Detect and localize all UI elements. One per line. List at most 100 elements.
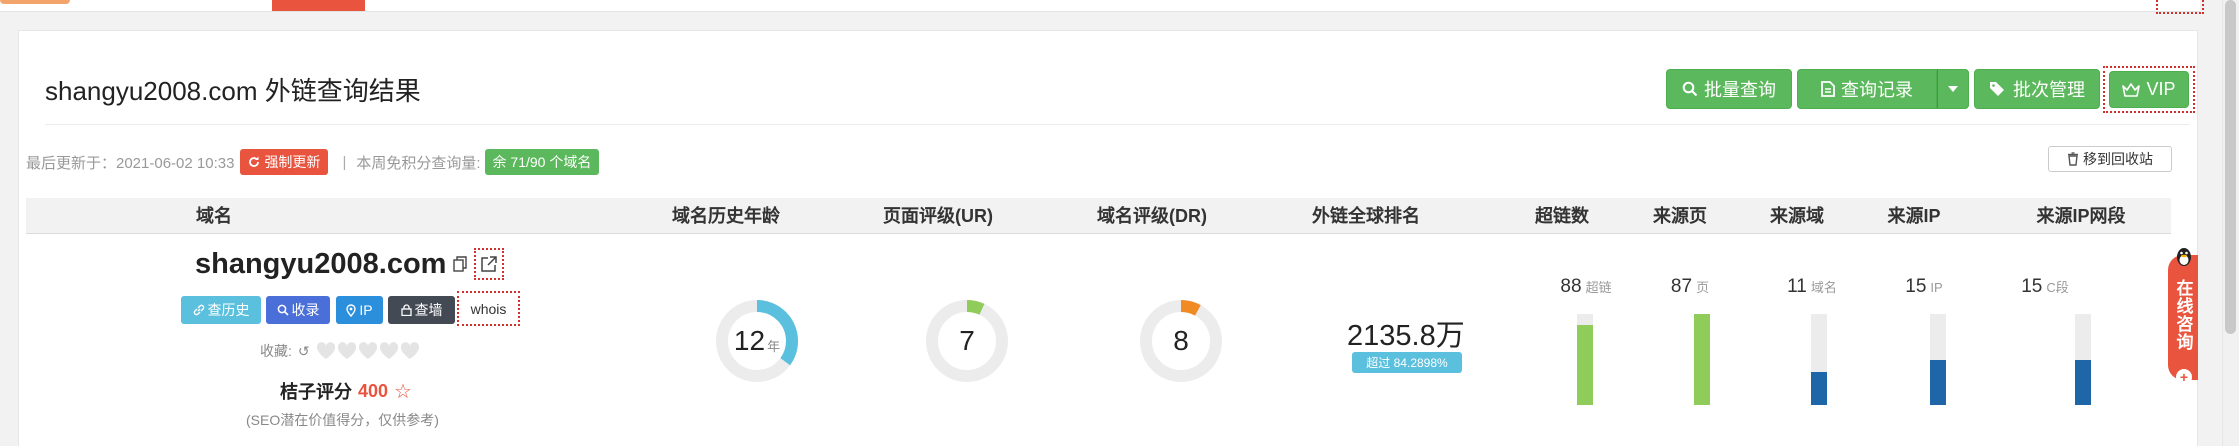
- online-consult-label: 在线咨询: [2173, 279, 2193, 351]
- bar-fill: [1577, 324, 1593, 405]
- refresh-icon: [249, 156, 260, 167]
- check-index-label: 收录: [291, 302, 320, 318]
- col-header-source-ip: 来源IP: [1887, 206, 1941, 226]
- metric-value: 11: [1787, 276, 1807, 297]
- col-header-age: 域名历史年龄: [672, 206, 780, 226]
- hyperlinks-metric: 88 超链: [1526, 276, 1646, 298]
- vip-label: VIP: [2146, 79, 2176, 99]
- collect-refresh-icon[interactable]: ↺: [298, 343, 310, 360]
- quota-label: 本周免积分查询量:: [356, 154, 481, 172]
- domain-age-value: 12 年: [714, 298, 800, 384]
- source-domains-bar: [1811, 314, 1827, 405]
- global-rank-percentile: 超过 84.2898%: [1352, 352, 1462, 373]
- check-ip-label: IP: [359, 302, 373, 318]
- score-label: 桔子评分: [280, 382, 352, 402]
- document-icon: [1821, 81, 1835, 97]
- heart-icon[interactable]: [316, 342, 336, 360]
- metric-unit: 页: [1696, 280, 1710, 295]
- heart-icon[interactable]: [379, 342, 399, 360]
- scrollbar-thumb[interactable]: [2225, 0, 2236, 334]
- query-record-dropdown-toggle[interactable]: [1937, 69, 1969, 109]
- star-icon[interactable]: ☆: [394, 379, 412, 404]
- search-icon: [277, 304, 289, 316]
- hyperlinks-bar: [1577, 314, 1593, 405]
- dr-value: 8: [1173, 325, 1189, 356]
- collect-label: 收藏:: [260, 343, 292, 359]
- check-wall-tag[interactable]: 查墙: [388, 296, 455, 324]
- col-header-source-domains: 来源域: [1770, 206, 1824, 226]
- force-update-button[interactable]: 强制更新: [240, 149, 329, 175]
- heart-icon[interactable]: [358, 342, 378, 360]
- nav-active-tab[interactable]: [272, 0, 365, 11]
- source-ip-metric: 15 IP: [1864, 276, 1984, 298]
- collect-row: 收藏: ↺: [260, 341, 420, 361]
- batch-manage-button[interactable]: 批次管理: [1974, 69, 2100, 109]
- tags-icon: [1990, 82, 2004, 96]
- bar-fill: [1694, 314, 1710, 405]
- juzi-score: 桔子评分 400 ☆: [280, 378, 412, 404]
- lock-icon: [400, 304, 412, 316]
- global-rank-value: 2135.8万: [1347, 320, 1465, 352]
- site-logo[interactable]: [0, 0, 70, 4]
- source-domains-metric: 11 域名: [1752, 276, 1872, 298]
- metric-unit: 超链: [1585, 280, 1612, 295]
- ur-value: 7: [959, 325, 975, 356]
- trash-icon: [2068, 152, 2078, 166]
- open-external-link[interactable]: [474, 248, 504, 280]
- check-index-tag[interactable]: 收录: [266, 296, 330, 324]
- bar-fill: [1930, 360, 1946, 405]
- meta-separator: |: [342, 153, 347, 171]
- update-meta: 最后更新于：2021-06-02 10:33 强制更新 | 本周免积分查询量: …: [26, 148, 600, 176]
- copy-icon[interactable]: [453, 256, 467, 272]
- metric-value: 87: [1670, 276, 1693, 297]
- vip-button[interactable]: VIP: [2109, 71, 2189, 108]
- move-to-recycle-button[interactable]: 移到回收站: [2048, 146, 2172, 172]
- metric-unit: 域名: [1810, 280, 1837, 295]
- map-marker-icon: [346, 303, 357, 317]
- source-ip-segment-bar: [2075, 314, 2091, 405]
- online-consult-button[interactable]: 在线咨询: [2168, 255, 2198, 380]
- top-navbar: [0, 0, 2200, 12]
- metric-value: 15: [1905, 276, 1927, 297]
- check-ip-tag[interactable]: IP: [336, 296, 383, 324]
- table-header: 域名 域名历史年龄 页面评级(UR) 域名评级(DR) 外链全球排名 超链数 来…: [26, 198, 2171, 234]
- heart-icon[interactable]: [400, 342, 420, 360]
- caret-down-icon: [1948, 86, 1958, 92]
- domain-age-number: 12: [733, 325, 766, 356]
- highlight-outline: [2156, 0, 2204, 14]
- metric-unit: IP: [1930, 280, 1943, 295]
- external-link-icon: [481, 256, 497, 272]
- query-record-label: 查询记录: [1841, 80, 1913, 100]
- query-record-button[interactable]: 查询记录: [1797, 69, 1937, 109]
- metric-unit: C段: [2046, 280, 2069, 295]
- search-icon: [1682, 81, 1698, 97]
- col-header-domain: 域名: [196, 206, 232, 226]
- col-header-hyperlinks: 超链数: [1535, 206, 1589, 226]
- check-history-label: 查历史: [207, 302, 250, 318]
- favorite-hearts[interactable]: [316, 342, 420, 360]
- qq-penguin-icon[interactable]: [2174, 245, 2194, 267]
- result-domain: shangyu2008.com: [195, 248, 447, 280]
- force-update-label: 强制更新: [264, 154, 321, 170]
- check-wall-label: 查墙: [414, 302, 443, 318]
- col-header-rank: 外链全球排名: [1312, 206, 1420, 226]
- col-header-source-ip-segment: 来源IP网段: [2036, 206, 2126, 226]
- whois-link[interactable]: whois: [457, 291, 520, 326]
- metric-value: 15: [2021, 276, 2043, 297]
- check-history-tag[interactable]: 查历史: [181, 296, 261, 324]
- source-pages-metric: 87 页: [1630, 276, 1750, 298]
- link-icon: [193, 304, 204, 316]
- col-header-dr: 域名评级(DR): [1097, 206, 1207, 226]
- source-ip-bar: [1930, 314, 1946, 405]
- heart-icon[interactable]: [337, 342, 357, 360]
- header-divider: [45, 124, 2190, 125]
- col-header-source-pages: 来源页: [1653, 206, 1707, 226]
- consult-plus-icon[interactable]: +: [2176, 369, 2192, 385]
- recycle-label: 移到回收站: [2083, 151, 2153, 167]
- col-header-ur: 页面评级(UR): [883, 206, 993, 226]
- batch-manage-label: 批次管理: [2013, 80, 2085, 100]
- batch-query-button[interactable]: 批量查询: [1666, 69, 1792, 109]
- source-ip-segment-metric: 15 C段: [1985, 276, 2105, 298]
- metric-value: 88: [1560, 276, 1582, 297]
- last-update-text: 最后更新于：2021-06-02 10:33: [26, 154, 235, 172]
